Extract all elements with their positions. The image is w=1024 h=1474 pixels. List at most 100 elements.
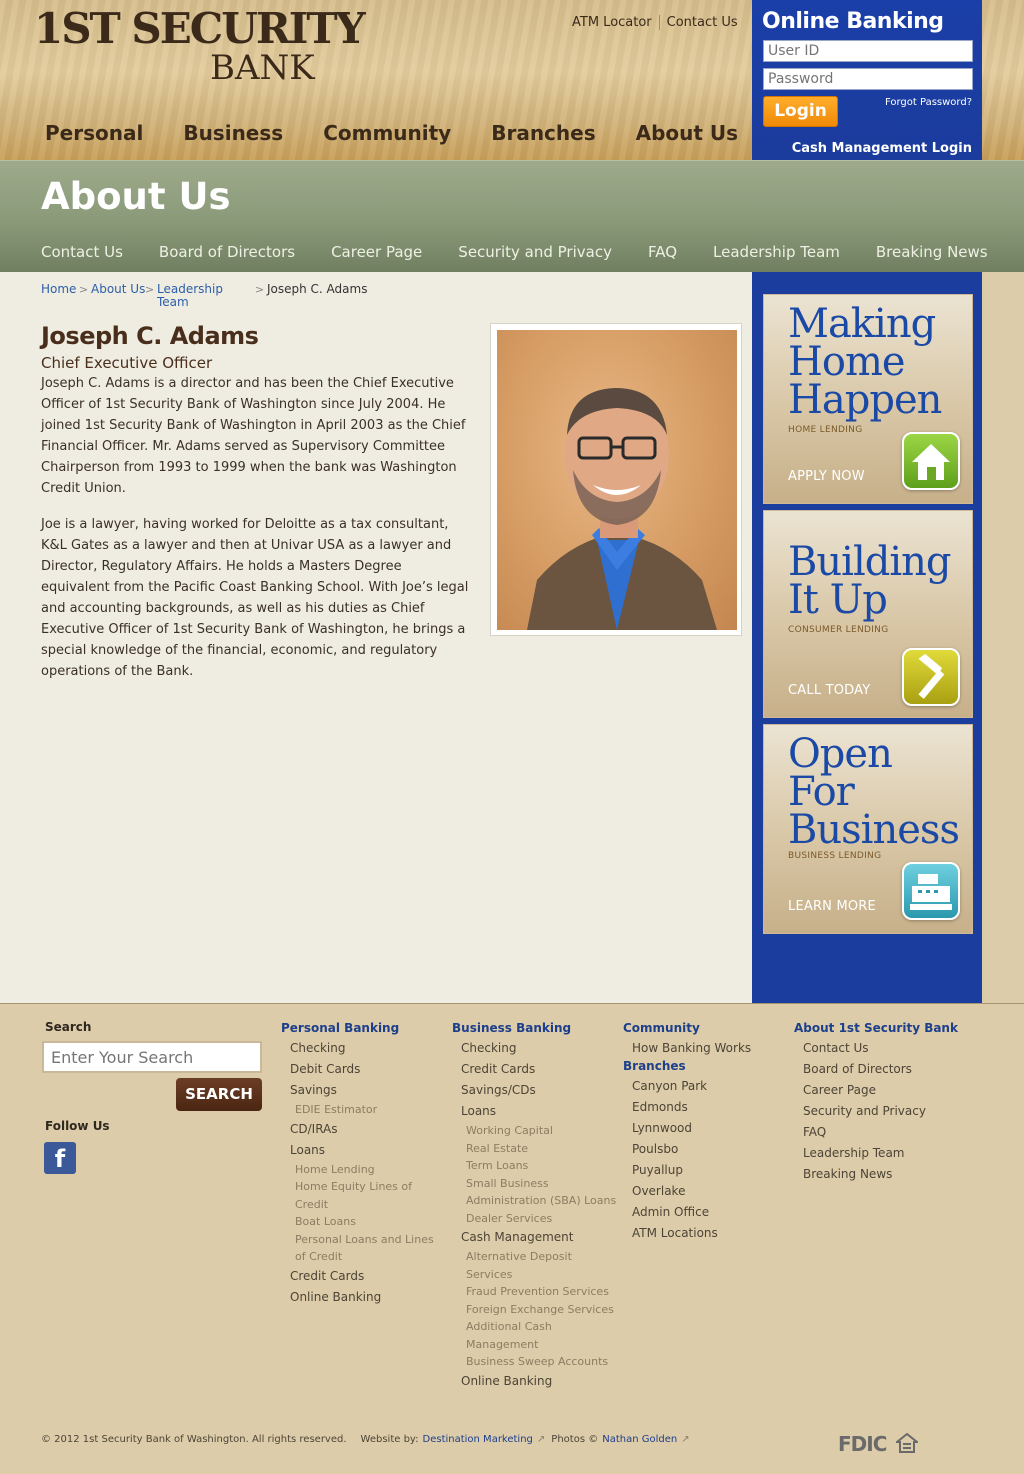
footer-link[interactable]: Credit Cards xyxy=(281,1266,434,1287)
footer-sublink[interactable]: Home Equity Lines of xyxy=(281,1178,434,1196)
section-title: About Us xyxy=(41,175,231,218)
password-input[interactable] xyxy=(763,68,973,90)
footer-sublink[interactable]: Credit xyxy=(281,1196,434,1214)
breadcrumb-about-us[interactable]: About Us xyxy=(91,282,145,296)
forgot-password-link[interactable]: Forgot Password? xyxy=(885,97,972,108)
footer-sublink[interactable]: Personal Loans and Lines xyxy=(281,1231,434,1249)
footer-link[interactable]: Loans xyxy=(452,1101,616,1122)
footer-link[interactable]: Admin Office xyxy=(623,1202,751,1223)
footer-link[interactable]: Puyallup xyxy=(623,1160,751,1181)
footer-link[interactable]: Board of Directors xyxy=(794,1059,958,1080)
footer-link[interactable]: Loans xyxy=(281,1140,434,1161)
breadcrumb-separator: > xyxy=(145,283,155,296)
breadcrumb-leadership-team[interactable]: Team xyxy=(157,295,189,309)
subnav-board-of-directors[interactable]: Board of Directors xyxy=(159,243,295,261)
nav-business[interactable]: Business xyxy=(183,121,283,145)
cash-management-login-link[interactable]: Cash Management Login xyxy=(792,141,972,156)
breadcrumb-home[interactable]: Home xyxy=(41,282,76,296)
login-button[interactable]: Login xyxy=(763,96,838,127)
breadcrumb-current: Joseph C. Adams xyxy=(267,282,368,296)
footer-sublink[interactable]: Additional Cash xyxy=(452,1318,616,1336)
photos-by-link[interactable]: Nathan Golden xyxy=(602,1434,677,1445)
footer-sublink[interactable]: Management xyxy=(452,1336,616,1354)
footer-sublink[interactable]: Real Estate xyxy=(452,1140,616,1158)
footer-sublink[interactable]: Administration (SBA) Loans xyxy=(452,1192,616,1210)
search-button[interactable]: SEARCH xyxy=(176,1078,262,1111)
footer-link[interactable]: Online Banking xyxy=(452,1371,616,1392)
footer-sublink[interactable]: Working Capital xyxy=(452,1122,616,1140)
footer-link[interactable]: Career Page xyxy=(794,1080,958,1101)
footer-heading-about[interactable]: About 1st Security Bank xyxy=(794,1021,958,1038)
footer-sublink[interactable]: Alternative Deposit xyxy=(452,1248,616,1266)
footer-link[interactable]: Leadership Team xyxy=(794,1143,958,1164)
footer-sublink[interactable]: EDIE Estimator xyxy=(281,1101,434,1119)
footer-sublink[interactable]: Foreign Exchange Services xyxy=(452,1301,616,1319)
nav-community[interactable]: Community xyxy=(323,121,451,145)
footer-link[interactable]: Lynnwood xyxy=(623,1118,751,1139)
breadcrumb-leadership[interactable]: Leadership xyxy=(157,282,223,296)
footer-sublink[interactable]: Boat Loans xyxy=(281,1213,434,1231)
footer-sublink[interactable]: Dealer Services xyxy=(452,1210,616,1228)
subnav-security-privacy[interactable]: Security and Privacy xyxy=(458,243,612,261)
nav-personal[interactable]: Personal xyxy=(45,121,143,145)
nav-branches[interactable]: Branches xyxy=(491,121,595,145)
footer-col-about: About 1st Security Bank Contact Us Board… xyxy=(794,1021,958,1185)
footer-link[interactable]: Debit Cards xyxy=(281,1059,434,1080)
footer-heading-branches[interactable]: Branches xyxy=(623,1059,751,1076)
userid-input[interactable] xyxy=(763,40,973,62)
subnav-faq[interactable]: FAQ xyxy=(648,243,677,261)
promo-business-lending[interactable]: Open For Business BUSINESS LENDING LEARN… xyxy=(763,724,973,934)
promo-consumer-lending[interactable]: Building It Up CONSUMER LENDING CALL TOD… xyxy=(763,510,973,718)
contact-us-link[interactable]: Contact Us xyxy=(658,15,745,30)
logo-wordmark-bottom[interactable]: BANK xyxy=(210,48,315,88)
promo-headline-line: Business xyxy=(788,807,960,853)
footer-sublink[interactable]: Fraud Prevention Services xyxy=(452,1283,616,1301)
footer-sublink[interactable]: Business Sweep Accounts xyxy=(452,1353,616,1371)
call-today-link[interactable]: CALL TODAY xyxy=(788,683,870,698)
external-link-icon: ↗ xyxy=(681,1434,690,1445)
footer-link[interactable]: Edmonds xyxy=(623,1097,751,1118)
subnav-contact-us[interactable]: Contact Us xyxy=(41,243,123,261)
footer-link[interactable]: Canyon Park xyxy=(623,1076,751,1097)
subnav-career-page[interactable]: Career Page xyxy=(331,243,422,261)
subnav-breaking-news[interactable]: Breaking News xyxy=(876,243,988,261)
footer-sublink[interactable]: Home Lending xyxy=(281,1161,434,1179)
footer-link[interactable]: Savings/CDs xyxy=(452,1080,616,1101)
footer-heading-community[interactable]: Community xyxy=(623,1021,751,1038)
footer-link[interactable]: Breaking News xyxy=(794,1164,958,1185)
facebook-icon[interactable]: f xyxy=(44,1142,76,1174)
footer-link[interactable]: Credit Cards xyxy=(452,1059,616,1080)
footer-link[interactable]: Security and Privacy xyxy=(794,1101,958,1122)
footer-link[interactable]: Cash Management xyxy=(452,1227,616,1248)
footer-link[interactable]: ATM Locations xyxy=(623,1223,751,1244)
website-by-link[interactable]: Destination Marketing xyxy=(423,1434,533,1445)
footer-link[interactable]: How Banking Works xyxy=(623,1038,751,1059)
online-banking-title: Online Banking xyxy=(762,9,944,34)
search-input[interactable] xyxy=(42,1041,262,1073)
footer-link[interactable]: Online Banking xyxy=(281,1287,434,1308)
footer-sublink[interactable]: of Credit xyxy=(281,1248,434,1266)
footer-sublink[interactable]: Services xyxy=(452,1266,616,1284)
nav-about-us[interactable]: About Us xyxy=(636,121,738,145)
apply-now-link[interactable]: APPLY NOW xyxy=(788,469,865,484)
footer-link[interactable]: FAQ xyxy=(794,1122,958,1143)
atm-locator-link[interactable]: ATM Locator xyxy=(572,15,659,30)
footer-col-business: Business Banking Checking Credit Cards S… xyxy=(452,1021,616,1392)
logo-wordmark-top[interactable]: 1ST SECURITY xyxy=(34,4,366,53)
promo-home-lending[interactable]: Making Home Happen HOME LENDING APPLY NO… xyxy=(763,294,973,504)
footer-sublink[interactable]: Small Business xyxy=(452,1175,616,1193)
footer-link[interactable]: Contact Us xyxy=(794,1038,958,1059)
footer-heading-business[interactable]: Business Banking xyxy=(452,1021,616,1038)
house-icon xyxy=(902,432,960,490)
footer-link[interactable]: Checking xyxy=(281,1038,434,1059)
footer-sublink[interactable]: Term Loans xyxy=(452,1157,616,1175)
footer-link[interactable]: Savings xyxy=(281,1080,434,1101)
learn-more-link[interactable]: LEARN MORE xyxy=(788,899,876,914)
footer-link[interactable]: Poulsbo xyxy=(623,1139,751,1160)
footer-link[interactable]: Overlake xyxy=(623,1181,751,1202)
footer-link[interactable]: Checking xyxy=(452,1038,616,1059)
footer-heading-personal[interactable]: Personal Banking xyxy=(281,1021,434,1038)
promo-headline-line: For xyxy=(788,769,855,815)
subnav-leadership-team[interactable]: Leadership Team xyxy=(713,243,840,261)
footer-link[interactable]: CD/IRAs xyxy=(281,1119,434,1140)
